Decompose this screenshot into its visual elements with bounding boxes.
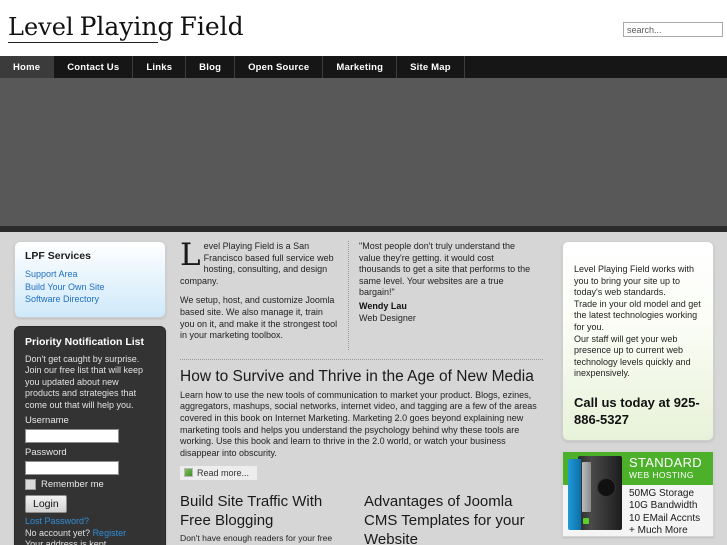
intro-dropcap: L bbox=[180, 237, 201, 273]
hosting-banner[interactable]: STANDARD WEB HOSTING 50MG Storage 10G Ba… bbox=[562, 450, 714, 537]
remember-me-row[interactable]: Remember me bbox=[25, 479, 155, 490]
intro-paragraph-1: Level Playing Field is a San Francisco b… bbox=[180, 237, 338, 287]
username-label: Username bbox=[25, 415, 69, 426]
nav-item-marketing[interactable]: Marketing bbox=[323, 56, 398, 78]
module-promo: Level Playing Field works with you to br… bbox=[562, 241, 714, 441]
module-title-lpf-services: LPF Services bbox=[25, 250, 91, 262]
server-dial bbox=[597, 477, 616, 497]
register-link[interactable]: Register bbox=[93, 528, 127, 538]
sidebar-left: LPF Services Support Area Build Your Own… bbox=[14, 241, 166, 545]
notification-description: Don't get caught by surprise. Join our f… bbox=[25, 353, 144, 410]
feature-article-title[interactable]: How to Survive and Thrive in the Age of … bbox=[180, 368, 543, 386]
nav-item-links[interactable]: Links bbox=[133, 56, 187, 78]
logo-word-3: Field bbox=[179, 12, 244, 41]
nav-item-contact-us[interactable]: Contact Us bbox=[54, 56, 134, 78]
promo-paragraph-2: Trade in your old model and get the late… bbox=[574, 298, 701, 332]
intro-column: Level Playing Field is a San Francisco b… bbox=[180, 237, 348, 350]
search-input[interactable] bbox=[623, 22, 723, 37]
feature-article-body: Learn how to use the new tools of commun… bbox=[180, 389, 537, 458]
promo-paragraph-1: Level Playing Field works with you to br… bbox=[574, 264, 695, 298]
hosting-spec-2: 10G Bandwidth bbox=[629, 500, 698, 512]
hosting-spec-1: 50MG Storage bbox=[629, 487, 695, 499]
article-column-2: Advantages of Joomla CMS Templates for y… bbox=[364, 492, 534, 545]
sidebar-link-build-your-own-site[interactable]: Build Your Own Site bbox=[25, 282, 155, 294]
sidebar-right: Level Playing Field works with you to br… bbox=[562, 241, 714, 537]
hosting-subtitle: WEB HOSTING bbox=[629, 469, 694, 480]
site-header: Level Playing Field bbox=[0, 0, 727, 55]
article-body-1: Don't have enough readers for your free … bbox=[180, 533, 333, 545]
password-label: Password bbox=[25, 447, 67, 458]
article-title-1[interactable]: Build Site Traffic With Free Blogging bbox=[180, 492, 350, 530]
testimonial-author: Wendy Lau bbox=[359, 300, 407, 311]
promo-paragraph-3: Our staff will get your web presence up … bbox=[574, 333, 691, 379]
testimonial-quote: "Most people don't truly understand the … bbox=[359, 241, 531, 298]
hosting-specs: 50MG Storage 10G Bandwidth 10 EMail Accn… bbox=[629, 487, 701, 537]
module-lpf-services: LPF Services Support Area Build Your Own… bbox=[14, 241, 166, 318]
password-input[interactable] bbox=[25, 461, 119, 475]
confidential-note: Your address is kept confidential. bbox=[25, 539, 107, 545]
server-side-panel bbox=[568, 458, 581, 530]
read-more-icon bbox=[184, 468, 193, 478]
nav-item-site-map[interactable]: Site Map bbox=[397, 56, 465, 78]
main-content: Level Playing Field is a San Francisco b… bbox=[180, 237, 543, 545]
intro-paragraph-2: We setup, host, and customize Joomla bas… bbox=[180, 295, 338, 341]
read-more-button[interactable]: Read more... bbox=[180, 465, 258, 480]
remember-me-checkbox[interactable] bbox=[25, 479, 36, 490]
nav-item-open-source[interactable]: Open Source bbox=[235, 56, 324, 78]
content-divider bbox=[180, 358, 543, 360]
page-root: LevelPlayingField Home Contact Us Links … bbox=[0, 0, 727, 545]
article-title-2[interactable]: Advantages of Joomla CMS Templates for y… bbox=[364, 492, 534, 545]
main-navigation: Home Contact Us Links Blog Open Source M… bbox=[0, 56, 727, 78]
intro-row: Level Playing Field is a San Francisco b… bbox=[180, 237, 543, 350]
login-button[interactable]: Login bbox=[25, 495, 67, 513]
hosting-spec-3: 10 EMail Accnts bbox=[629, 512, 701, 524]
testimonial-role: Web Designer bbox=[359, 312, 416, 323]
nav-item-blog[interactable]: Blog bbox=[186, 56, 236, 78]
username-input[interactable] bbox=[25, 429, 119, 443]
logo-word-1: Level bbox=[8, 13, 74, 41]
no-account-row: No account yet? Register bbox=[25, 528, 155, 540]
hosting-title: STANDARD bbox=[629, 454, 702, 470]
site-logo[interactable]: Level Playing Field bbox=[8, 13, 244, 43]
logo-word-2: Playing bbox=[79, 12, 174, 41]
logo-underline bbox=[8, 42, 158, 43]
hero-banner bbox=[0, 78, 727, 226]
column-divider bbox=[348, 241, 349, 350]
server-drive-slot bbox=[582, 461, 591, 512]
read-more-label: Read more... bbox=[197, 467, 250, 478]
hosting-spec-4: + Much More bbox=[629, 525, 688, 537]
remember-me-label: Remember me bbox=[41, 479, 104, 490]
server-tower-icon bbox=[568, 455, 624, 532]
promo-cta: Call us today at 925-886-5327 bbox=[574, 394, 700, 427]
intro-paragraph-1-text: evel Playing Field is a San Francisco ba… bbox=[180, 241, 334, 286]
server-led bbox=[583, 517, 589, 524]
module-priority-notification: Priority Notification List Don't get cau… bbox=[14, 325, 166, 545]
article-columns: Build Site Traffic With Free Blogging Do… bbox=[180, 492, 543, 545]
article-column-1: Build Site Traffic With Free Blogging Do… bbox=[180, 492, 350, 545]
sidebar-link-software-directory[interactable]: Software Directory bbox=[25, 294, 155, 306]
logo-text: Level Playing Field bbox=[8, 13, 244, 42]
no-account-text: No account yet? bbox=[25, 527, 91, 538]
testimonial-column: "Most people don't truly understand the … bbox=[357, 241, 532, 350]
sidebar-link-support-area[interactable]: Support Area bbox=[25, 269, 155, 281]
nav-item-home[interactable]: Home bbox=[0, 56, 55, 78]
module-title-priority-notification: Priority Notification List bbox=[25, 335, 145, 348]
lost-password-link[interactable]: Lost Password? bbox=[25, 516, 155, 528]
